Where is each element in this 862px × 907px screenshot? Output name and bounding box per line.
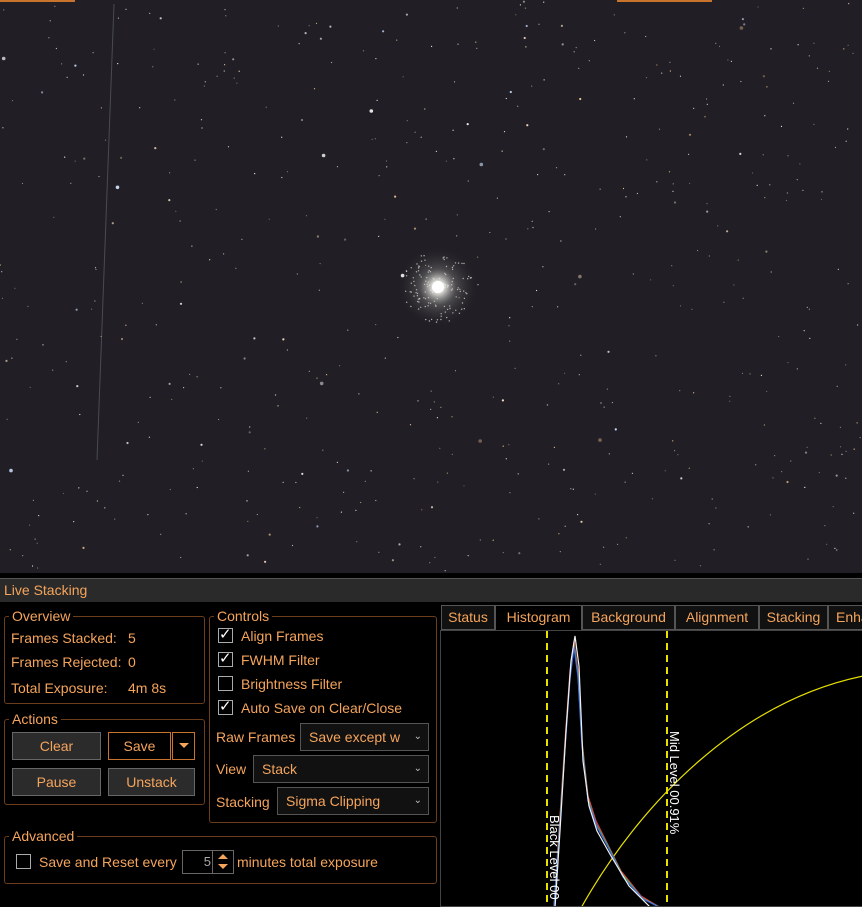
- stepper-arrows-icon[interactable]: [212, 851, 233, 873]
- total-exposure-label: Total Exposure:: [11, 680, 108, 696]
- align-frames-label: Align Frames: [241, 628, 324, 644]
- frames-rejected-label: Frames Rejected:: [11, 654, 122, 670]
- save-reset-checkbox[interactable]: [16, 854, 31, 869]
- mid-level-label: Mid Level 00.91%: [667, 731, 682, 835]
- minutes-value: 5: [203, 854, 211, 869]
- frames-stacked-label: Frames Stacked:: [11, 630, 117, 646]
- auto-save-checkbox[interactable]: [218, 697, 233, 715]
- overview-legend: Overview: [12, 608, 71, 624]
- frames-stacked-value: 5: [128, 630, 136, 646]
- raw-frames-value: Save except w: [309, 729, 401, 745]
- save-reset-label: Save and Reset every: [39, 854, 177, 870]
- fwhm-filter-label: FWHM Filter: [241, 652, 320, 668]
- chevron-down-icon: ⌄: [413, 795, 422, 806]
- view-select[interactable]: Stack ⌄: [253, 755, 429, 783]
- histogram-blue: [553, 646, 659, 906]
- view-value: Stack: [262, 761, 298, 777]
- minutes-stepper[interactable]: 5: [182, 850, 234, 874]
- stacking-value: Sigma Clipping: [286, 793, 381, 809]
- unstack-button[interactable]: Unstack: [108, 768, 195, 796]
- advanced-legend: Advanced: [12, 828, 75, 844]
- minutes-suffix: minutes total exposure: [237, 854, 378, 870]
- tab-stacking[interactable]: Stacking: [759, 605, 828, 630]
- auto-save-label: Auto Save on Clear/Close: [241, 700, 403, 716]
- view-label: View: [216, 761, 247, 777]
- chevron-down-icon: ⌄: [413, 763, 422, 774]
- tab-background[interactable]: Background: [582, 605, 675, 630]
- histogram-plot[interactable]: Black Level 00 Mid Level 00.91%: [440, 630, 862, 907]
- tab-status[interactable]: Status: [441, 605, 495, 630]
- stretch-curve: [581, 675, 862, 906]
- pause-button[interactable]: Pause: [12, 768, 101, 796]
- tab-enhance[interactable]: Enhance: [828, 605, 862, 630]
- frames-rejected-value: 0: [128, 654, 136, 670]
- toolbar-edge-left: [0, 0, 75, 2]
- stacking-label: Stacking: [216, 794, 270, 810]
- black-level-label: Black Level 00: [547, 815, 562, 900]
- live-stacking-panel: Live Stacking Overview Frames Stacked: 5…: [0, 578, 862, 907]
- panel-title: Live Stacking: [0, 578, 862, 602]
- tab-alignment[interactable]: Alignment: [675, 605, 759, 630]
- save-options-dropdown[interactable]: [172, 732, 195, 760]
- fwhm-filter-checkbox[interactable]: [218, 649, 233, 667]
- astro-image-preview: [0, 0, 862, 573]
- chevron-down-icon: ⌄: [413, 731, 422, 742]
- histogram-luminance: [554, 635, 650, 906]
- raw-frames-label: Raw Frames: [216, 729, 296, 745]
- controls-legend: Controls: [217, 608, 270, 624]
- raw-frames-select[interactable]: Save except w ⌄: [300, 723, 429, 751]
- stacking-select[interactable]: Sigma Clipping ⌄: [277, 787, 429, 815]
- clear-button[interactable]: Clear: [12, 732, 101, 760]
- brightness-filter-label: Brightness Filter: [241, 676, 343, 692]
- actions-legend: Actions: [12, 711, 58, 727]
- align-frames-checkbox[interactable]: [218, 625, 233, 643]
- toolbar-edge-right: [617, 0, 712, 2]
- histogram-canvas: Black Level 00 Mid Level 00.91%: [546, 631, 862, 906]
- tab-histogram[interactable]: Histogram: [495, 605, 582, 631]
- brightness-filter-checkbox[interactable]: [218, 676, 233, 691]
- total-exposure-value: 4m 8s: [128, 680, 167, 696]
- save-button[interactable]: Save: [108, 732, 171, 760]
